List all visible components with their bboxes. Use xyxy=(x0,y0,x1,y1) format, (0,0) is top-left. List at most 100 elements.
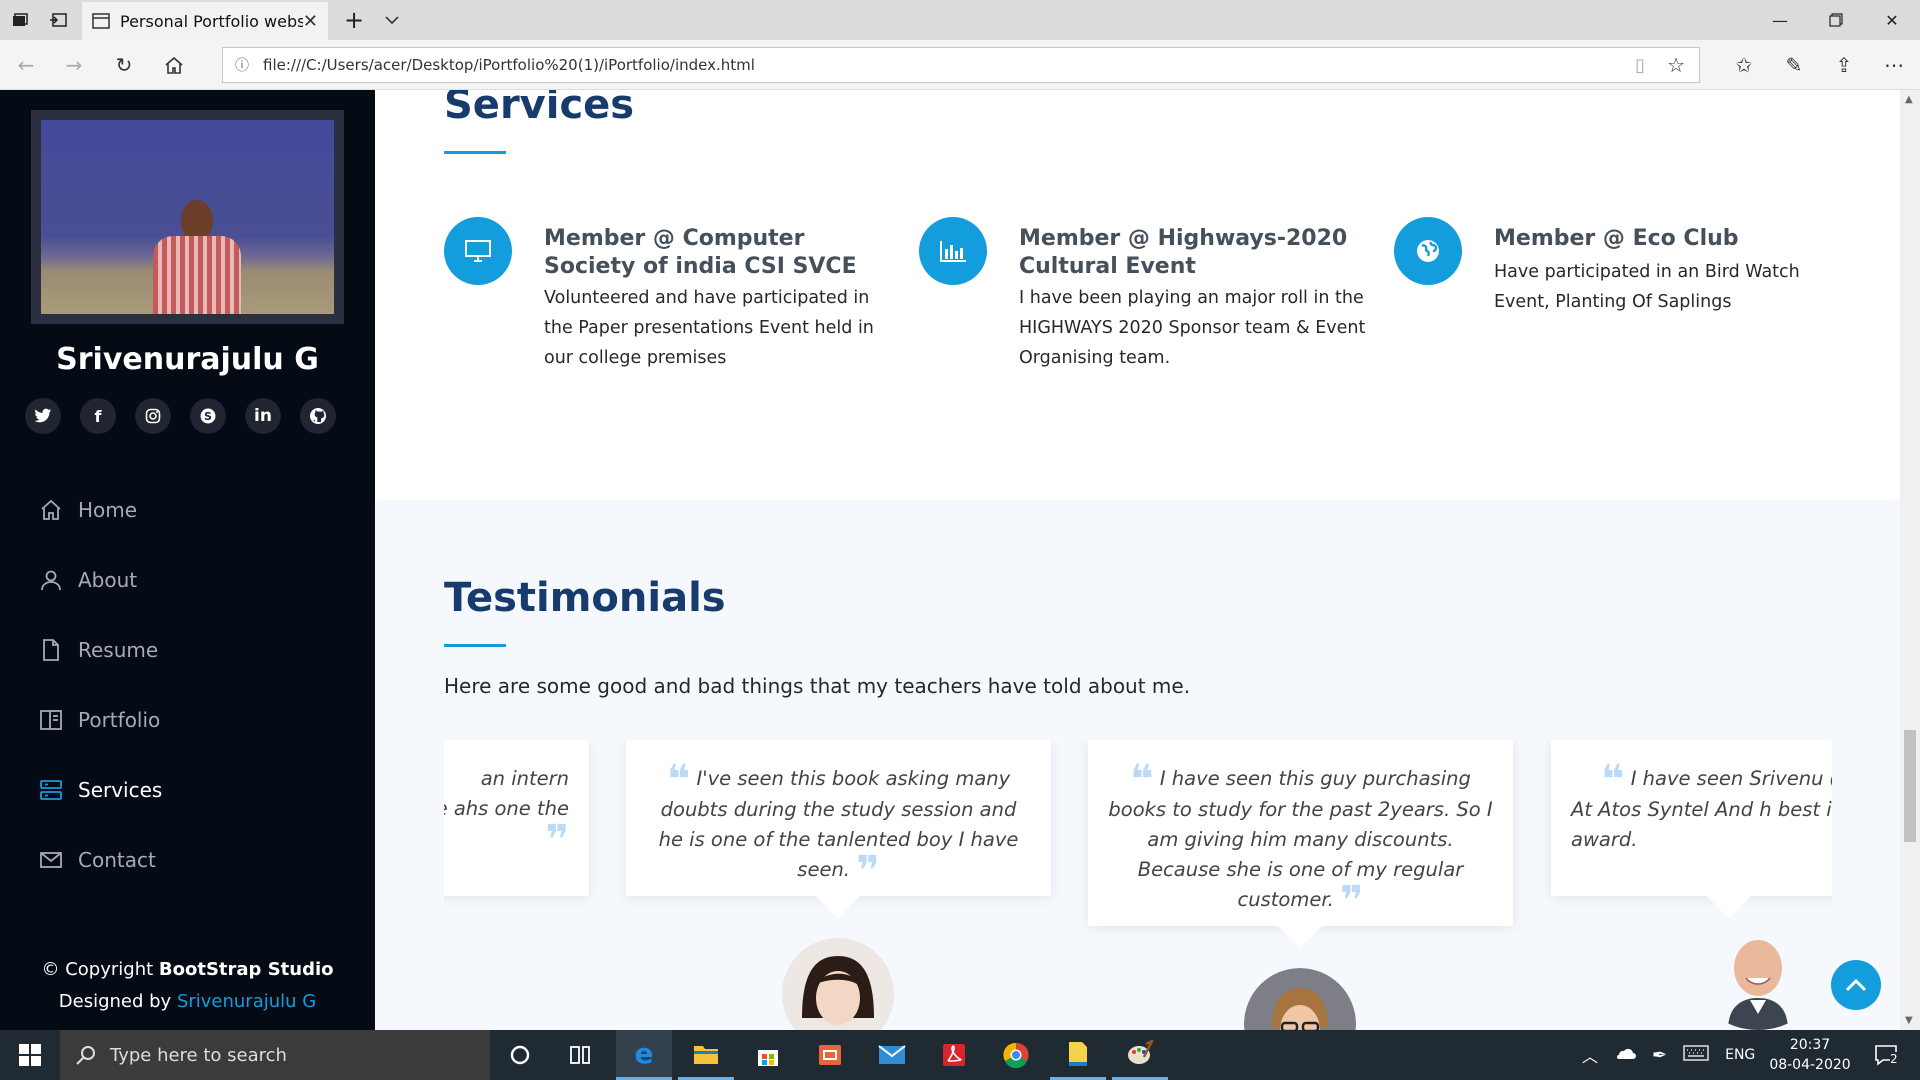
services-title-underline xyxy=(444,151,506,154)
globe-icon xyxy=(1394,217,1462,285)
pen-tray-icon[interactable]: ✒ xyxy=(1652,1045,1667,1066)
nav-label: Services xyxy=(78,778,163,802)
scroll-down-icon[interactable]: ▼ xyxy=(1905,1015,1913,1026)
nav-item-contact[interactable]: Contact xyxy=(38,825,162,895)
chevron-up-tray-icon[interactable]: ︿ xyxy=(1582,1043,1598,1067)
bar-chart-icon xyxy=(919,217,987,285)
scroll-thumb[interactable] xyxy=(1904,730,1916,842)
testimonial-pointer xyxy=(816,896,860,918)
copyright: © Copyright BootStrap Studio Designed by… xyxy=(0,954,375,1018)
onedrive-icon[interactable] xyxy=(1614,1046,1637,1064)
windows-start-icon[interactable] xyxy=(0,1030,60,1080)
mail-icon[interactable] xyxy=(864,1030,920,1080)
pen-icon[interactable]: ✎ xyxy=(1776,47,1812,83)
skype-icon[interactable]: S xyxy=(190,398,226,434)
browser-tab[interactable]: Personal Portfolio webs ✕ xyxy=(82,2,328,40)
address-bar[interactable]: ⓘ file:///C:/Users/acer/Desktop/iPortfol… xyxy=(222,47,1700,83)
profile-name: Srivenurajulu G xyxy=(56,342,319,377)
chevron-down-icon[interactable] xyxy=(374,0,410,40)
taskbar: Type here to search e ︿ ✒ ENG 20:37 08-0… xyxy=(0,1030,1920,1080)
keyboard-icon[interactable] xyxy=(1683,1045,1709,1065)
testimonial-card: ❝ I've seen this book asking many doubts… xyxy=(626,740,1051,896)
testimonial-pointer xyxy=(1278,926,1322,948)
testimonial-pointer xyxy=(1707,896,1751,918)
nav-item-portfolio[interactable]: Portfolio xyxy=(38,685,162,755)
nav-item-resume[interactable]: Resume xyxy=(38,615,162,685)
reading-view-icon[interactable]: ▯ xyxy=(1635,55,1645,76)
testimonial-card: ❝ I have seen this guy purchasing books … xyxy=(1088,740,1513,926)
testimonial-text: I've seen this book asking many doubts d… xyxy=(658,767,1019,881)
designer-link[interactable]: Srivenurajulu G xyxy=(177,991,316,1012)
tabs-aside-icon[interactable] xyxy=(40,0,76,40)
testimonial-card: an intern e ahs one the ❞ xyxy=(444,740,589,896)
more-icon[interactable]: ⋯ xyxy=(1876,47,1912,83)
notes-icon[interactable] xyxy=(1050,1030,1106,1080)
notifications-icon[interactable]: 2 xyxy=(1866,1030,1906,1080)
linkedin-icon[interactable]: in xyxy=(245,398,281,434)
close-window-icon[interactable]: ✕ xyxy=(1864,0,1920,40)
share-icon[interactable]: ⇪ xyxy=(1826,47,1862,83)
service-title: Member @ Highways-2020 Cultural Event xyxy=(1019,226,1348,279)
acrobat-icon[interactable] xyxy=(926,1030,982,1080)
page-scrollbar[interactable]: ▲ ▼ xyxy=(1900,90,1920,1030)
notification-count: 2 xyxy=(1890,1052,1898,1066)
file-explorer-icon[interactable] xyxy=(678,1030,734,1080)
nav-item-about[interactable]: About xyxy=(38,545,162,615)
clock[interactable]: 20:37 08-04-2020 xyxy=(1762,1030,1858,1080)
testimonial-text: I have seen this guy purchasing books to… xyxy=(1108,767,1493,911)
service-desc: I have been playing an major roll in the… xyxy=(1019,288,1366,368)
main-content: Services Member @ Computer Society of in… xyxy=(375,90,1900,1030)
nav-label: Contact xyxy=(78,848,156,872)
home-icon xyxy=(38,497,64,523)
tab-actions-icon[interactable] xyxy=(2,0,38,40)
new-tab-icon[interactable]: + xyxy=(336,0,372,40)
envelope-icon xyxy=(38,847,64,873)
nav-menu: Home About Resume Portfolio Services Con… xyxy=(38,475,162,895)
refresh-icon[interactable]: ↻ xyxy=(106,47,142,83)
close-tab-icon[interactable]: ✕ xyxy=(303,11,318,32)
file-icon xyxy=(38,637,64,663)
store-icon[interactable] xyxy=(740,1030,796,1080)
taskbar-search-input[interactable]: Type here to search xyxy=(60,1030,490,1080)
testimonial-avatar xyxy=(1698,930,1818,1030)
sidebar: Srivenurajulu G f S in Home About Resume… xyxy=(0,90,375,1030)
cortana-icon[interactable] xyxy=(492,1030,548,1080)
facebook-icon[interactable]: f xyxy=(80,398,116,434)
minimize-icon[interactable]: — xyxy=(1752,0,1808,40)
favorites-icon[interactable]: ✩ xyxy=(1726,47,1762,83)
nav-item-home[interactable]: Home xyxy=(38,475,162,545)
restore-icon[interactable] xyxy=(1808,0,1864,40)
back-icon[interactable]: ← xyxy=(8,47,44,83)
language-indicator[interactable]: ENG xyxy=(1725,1047,1755,1063)
forward-icon[interactable]: → xyxy=(56,47,92,83)
service-desc: Volunteered and have participated in the… xyxy=(544,288,874,368)
info-icon[interactable]: ⓘ xyxy=(235,55,249,75)
clock-time: 20:37 xyxy=(1789,1037,1831,1053)
chrome-icon[interactable] xyxy=(988,1030,1044,1080)
home-browser-icon[interactable] xyxy=(156,47,192,83)
scroll-up-icon[interactable]: ▲ xyxy=(1905,94,1913,105)
testimonial-avatar xyxy=(1244,968,1356,1030)
search-icon xyxy=(76,1046,95,1065)
system-tray: ︿ ✒ ENG xyxy=(1582,1030,1755,1080)
instagram-icon[interactable] xyxy=(135,398,171,434)
search-placeholder: Type here to search xyxy=(110,1044,287,1066)
testimonials-carousel[interactable]: an intern e ahs one the ❞ ❝ I've seen th… xyxy=(444,740,1832,1030)
nav-label: Resume xyxy=(78,638,159,662)
browser-tab-bar: Personal Portfolio webs ✕ + — ✕ xyxy=(0,0,1920,40)
nav-item-services[interactable]: Services xyxy=(38,755,162,825)
back-to-top-button[interactable] xyxy=(1831,960,1881,1010)
clock-date: 08-04-2020 xyxy=(1769,1057,1851,1073)
edge-icon[interactable]: e xyxy=(616,1030,672,1080)
github-icon[interactable] xyxy=(300,398,336,434)
task-view-icon[interactable] xyxy=(552,1030,608,1080)
paint-icon[interactable] xyxy=(1112,1030,1168,1080)
favorite-star-icon[interactable]: ☆ xyxy=(1667,53,1685,77)
chevron-up-icon xyxy=(1845,978,1867,992)
designed-prefix: Designed by xyxy=(58,991,177,1012)
book-icon xyxy=(38,707,64,733)
twitter-icon[interactable] xyxy=(25,398,61,434)
powerpoint-icon[interactable] xyxy=(802,1030,858,1080)
quote-right-icon: ❞ xyxy=(856,848,880,894)
url-text: file:///C:/Users/acer/Desktop/iPortfolio… xyxy=(263,56,755,74)
